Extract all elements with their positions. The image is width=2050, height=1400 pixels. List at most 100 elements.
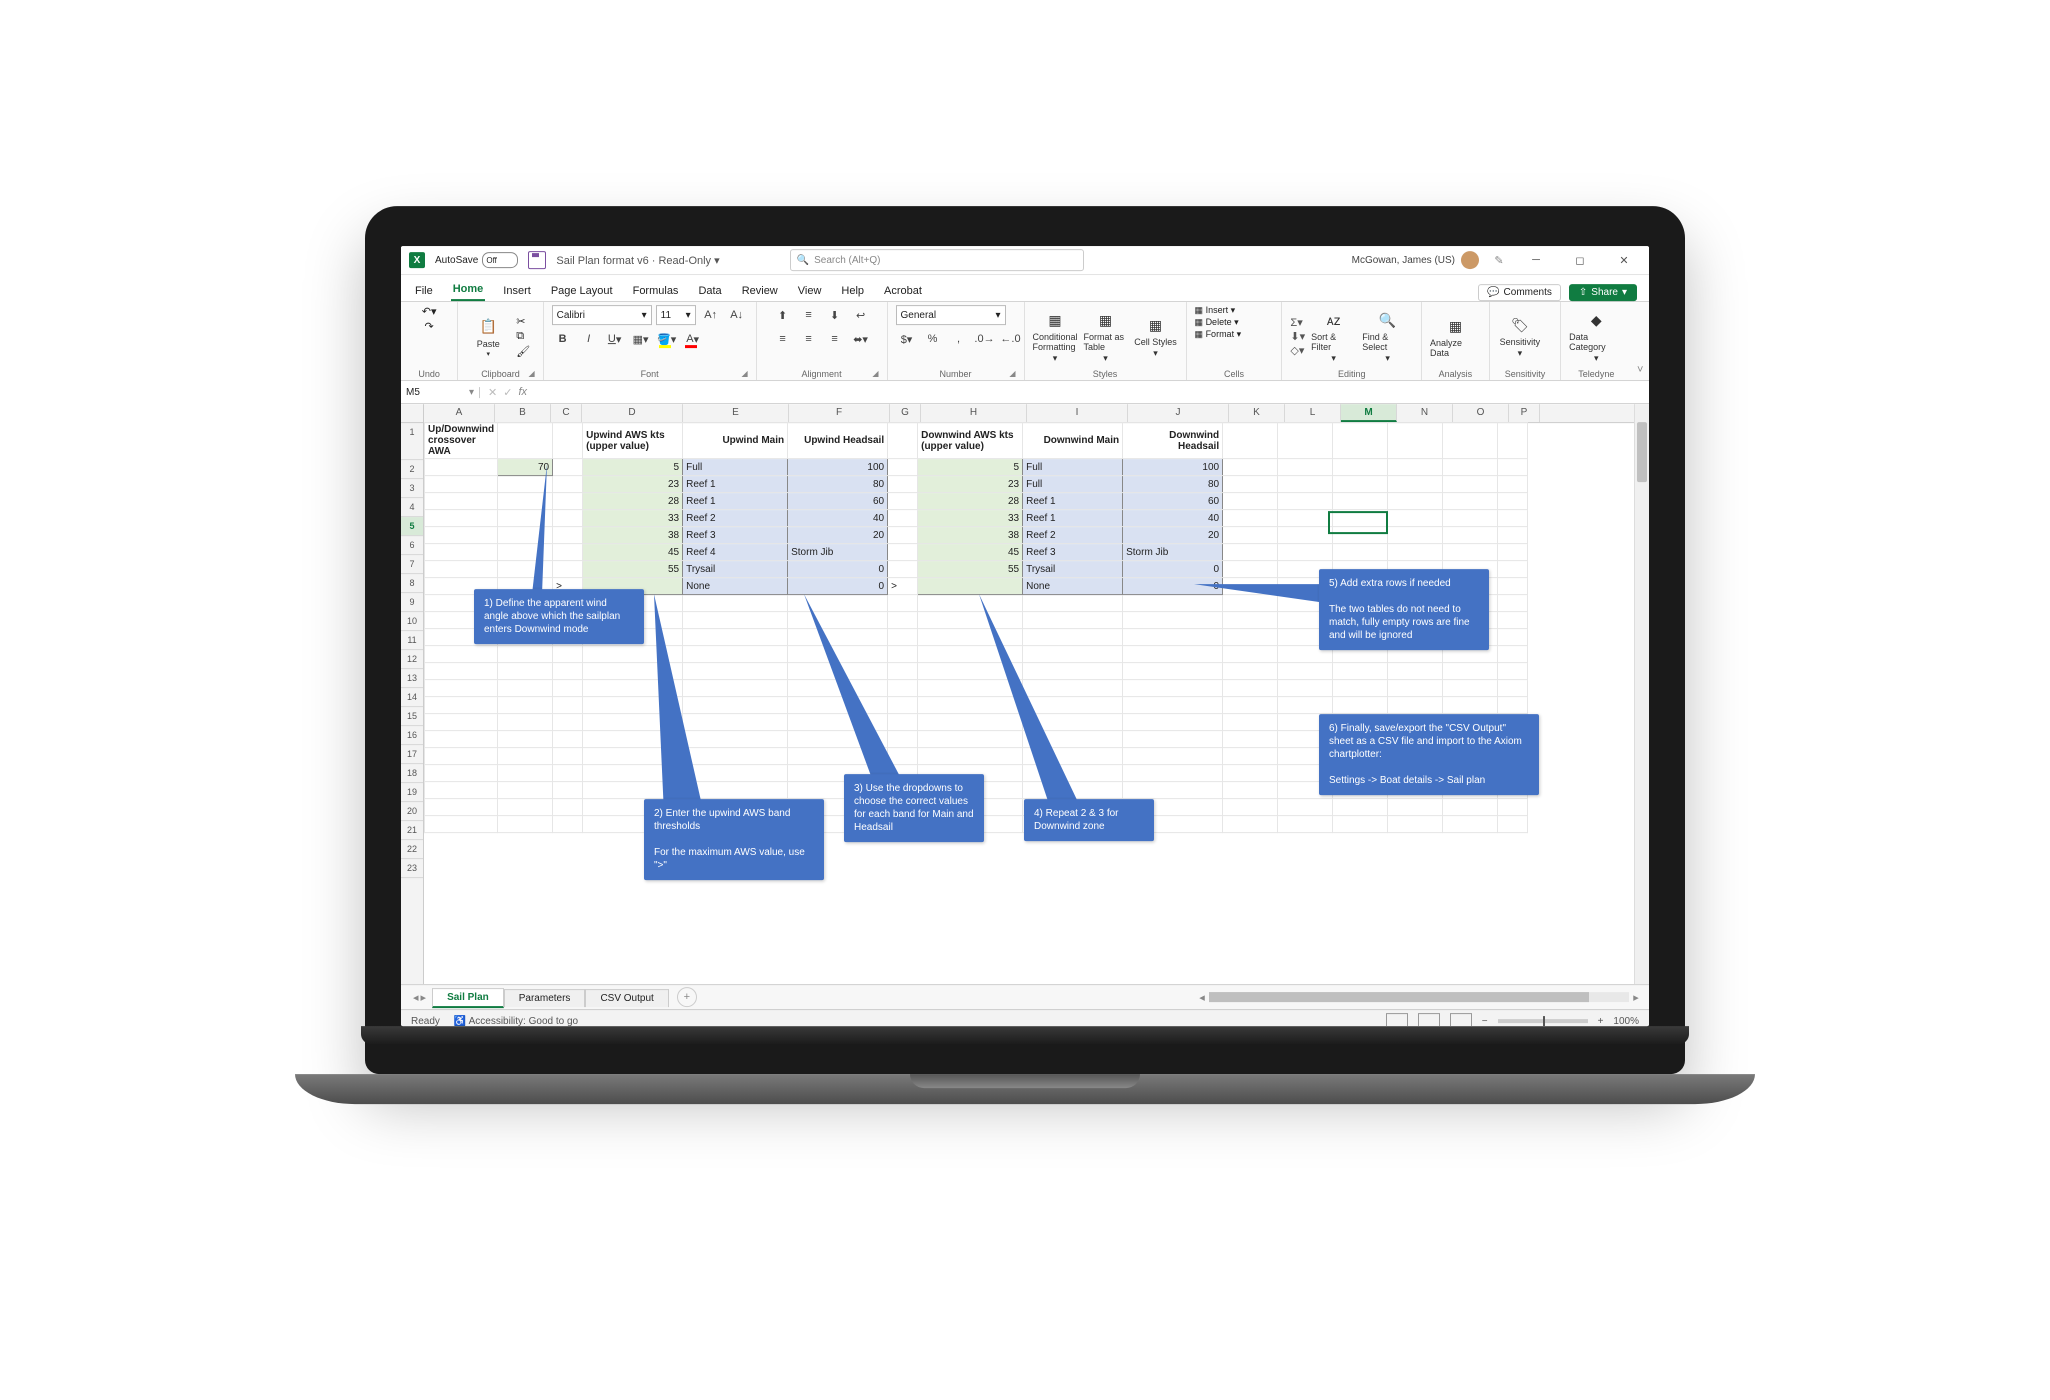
insert-cells-button[interactable]: ▦ Insert ▾: [1195, 305, 1236, 316]
row-header-5[interactable]: 5: [401, 517, 423, 536]
col-header-N[interactable]: N: [1397, 404, 1453, 422]
border-button[interactable]: ▦▾: [630, 329, 652, 349]
row-header-21[interactable]: 21: [401, 821, 423, 840]
minimize-button[interactable]: ─: [1519, 246, 1553, 274]
bold-button[interactable]: B: [552, 329, 574, 349]
decrease-font-button[interactable]: A↓: [726, 305, 748, 325]
zoom-out-button[interactable]: −: [1482, 1016, 1488, 1027]
align-bottom-button[interactable]: ⬇: [824, 305, 846, 325]
analyze-data-button[interactable]: ▦Analyze Data: [1430, 315, 1481, 358]
user-account[interactable]: McGowan, James (US): [1352, 251, 1479, 269]
menu-home[interactable]: Home: [451, 279, 486, 301]
row-header-17[interactable]: 17: [401, 745, 423, 764]
menu-file[interactable]: File: [413, 281, 435, 301]
menu-review[interactable]: Review: [740, 281, 780, 301]
fx-icon[interactable]: fx: [518, 386, 527, 398]
underline-button[interactable]: U▾: [604, 329, 626, 349]
zoom-in-button[interactable]: +: [1598, 1016, 1604, 1027]
comma-button[interactable]: ,: [948, 329, 970, 349]
col-header-P[interactable]: P: [1509, 404, 1540, 422]
name-box[interactable]: M5▾: [401, 387, 480, 398]
col-header-H[interactable]: H: [921, 404, 1027, 422]
find-select-button[interactable]: 🔍Find & Select▾: [1362, 309, 1413, 364]
delete-cells-button[interactable]: ▦ Delete ▾: [1195, 317, 1239, 328]
menu-formulas[interactable]: Formulas: [631, 281, 681, 301]
font-size-select[interactable]: 11▾: [656, 305, 696, 325]
currency-button[interactable]: $▾: [896, 329, 918, 349]
menu-acrobat[interactable]: Acrobat: [882, 281, 924, 301]
status-accessibility[interactable]: ♿ Accessibility: Good to go: [454, 1016, 578, 1027]
redo-button[interactable]: ↷: [425, 320, 434, 333]
hscroll-left[interactable]: ◂: [1195, 991, 1209, 1004]
col-header-K[interactable]: K: [1229, 404, 1285, 422]
save-icon[interactable]: [528, 251, 546, 269]
zoom-slider[interactable]: [1498, 1019, 1588, 1023]
normal-view-button[interactable]: [1386, 1013, 1408, 1026]
col-header-G[interactable]: G: [890, 404, 921, 422]
fill-color-button[interactable]: 🪣▾: [656, 329, 678, 349]
clear-button[interactable]: ◇▾: [1290, 344, 1305, 357]
col-header-L[interactable]: L: [1285, 404, 1341, 422]
row-header-16[interactable]: 16: [401, 726, 423, 745]
page-break-view-button[interactable]: [1450, 1013, 1472, 1026]
row-header-13[interactable]: 13: [401, 669, 423, 688]
merge-button[interactable]: ⬌▾: [850, 329, 872, 349]
row-header-18[interactable]: 18: [401, 764, 423, 783]
page-layout-view-button[interactable]: [1418, 1013, 1440, 1026]
align-right-button[interactable]: ≡: [824, 329, 846, 349]
format-painter-button[interactable]: 🖌: [516, 345, 530, 358]
decrease-decimal-button[interactable]: ←.0: [1000, 329, 1022, 349]
row-header-1[interactable]: 1: [401, 423, 423, 460]
percent-button[interactable]: %: [922, 329, 944, 349]
sheet-tab-csv-output[interactable]: CSV Output: [585, 989, 668, 1007]
search-input[interactable]: 🔍 Search (Alt+Q): [790, 249, 1084, 271]
align-left-button[interactable]: ≡: [772, 329, 794, 349]
hscroll-right[interactable]: ▸: [1629, 991, 1643, 1004]
format-cells-button[interactable]: ▦ Format ▾: [1195, 329, 1242, 340]
align-top-button[interactable]: ⬆: [772, 305, 794, 325]
row-header-15[interactable]: 15: [401, 707, 423, 726]
collapse-ribbon-button[interactable]: ˅: [1631, 302, 1649, 380]
maximize-button[interactable]: ◻: [1563, 246, 1597, 274]
menu-page-layout[interactable]: Page Layout: [549, 281, 615, 301]
wrap-text-button[interactable]: ↩: [850, 305, 872, 325]
autosave-toggle[interactable]: AutoSave Off: [435, 252, 518, 268]
comments-button[interactable]: 💬 Comments: [1478, 284, 1561, 301]
row-header-7[interactable]: 7: [401, 555, 423, 574]
menu-data[interactable]: Data: [696, 281, 723, 301]
col-header-F[interactable]: F: [789, 404, 890, 422]
italic-button[interactable]: I: [578, 329, 600, 349]
increase-font-button[interactable]: A↑: [700, 305, 722, 325]
row-header-10[interactable]: 10: [401, 612, 423, 631]
menu-view[interactable]: View: [796, 281, 824, 301]
row-header-9[interactable]: 9: [401, 593, 423, 612]
autosum-button[interactable]: Σ▾: [1290, 316, 1305, 329]
row-header-8[interactable]: 8: [401, 574, 423, 593]
menu-insert[interactable]: Insert: [501, 281, 533, 301]
cut-button[interactable]: ✂: [516, 315, 530, 328]
font-color-button[interactable]: A▾: [682, 329, 704, 349]
tab-nav-prev[interactable]: ◂: [413, 991, 419, 1004]
add-sheet-button[interactable]: +: [677, 987, 697, 1007]
row-header-22[interactable]: 22: [401, 840, 423, 859]
col-header-M[interactable]: M: [1341, 404, 1397, 422]
increase-decimal-button[interactable]: .0→: [974, 329, 996, 349]
format-as-table-button[interactable]: ▦Format as Table▾: [1084, 309, 1128, 364]
row-header-19[interactable]: 19: [401, 783, 423, 802]
row-header-12[interactable]: 12: [401, 650, 423, 669]
col-header-B[interactable]: B: [495, 404, 551, 422]
cancel-formula-button[interactable]: ✕: [488, 386, 497, 399]
fill-button[interactable]: ⬇▾: [1290, 330, 1305, 343]
col-header-C[interactable]: C: [551, 404, 582, 422]
horizontal-scrollbar[interactable]: [1209, 992, 1629, 1002]
menu-help[interactable]: Help: [839, 281, 866, 301]
sheet-tab-parameters[interactable]: Parameters: [504, 989, 586, 1007]
copy-button[interactable]: ⧉: [516, 330, 530, 343]
row-header-14[interactable]: 14: [401, 688, 423, 707]
col-header-J[interactable]: J: [1128, 404, 1229, 422]
row-header-4[interactable]: 4: [401, 498, 423, 517]
sort-filter-button[interactable]: ᴀᴢSort & Filter▾: [1311, 309, 1356, 364]
col-header-I[interactable]: I: [1027, 404, 1128, 422]
pen-icon[interactable]: ✎: [1489, 254, 1509, 267]
row-header-11[interactable]: 11: [401, 631, 423, 650]
